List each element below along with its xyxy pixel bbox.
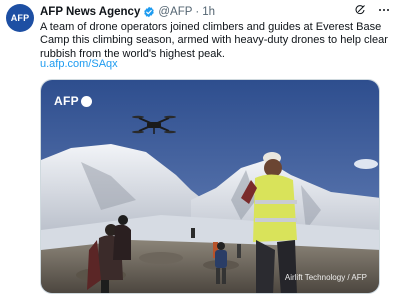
author-handle[interactable]: @AFP — [158, 6, 192, 18]
author-name[interactable]: AFP News Agency — [40, 6, 140, 18]
photo-scene — [41, 80, 379, 293]
separator-dot: · — [195, 6, 200, 18]
top-actions — [354, 4, 390, 16]
photo-credit: Airlift Technology / AFP — [284, 273, 367, 282]
verified-badge-icon — [144, 6, 155, 18]
avatar[interactable]: AFP — [6, 4, 34, 32]
post-link[interactable]: u.afp.com/SAqx — [40, 58, 118, 70]
post-image[interactable]: AFP Airlift Technology / AFP — [40, 79, 380, 294]
afp-logo-circle — [80, 95, 92, 107]
grok-icon[interactable] — [354, 4, 366, 16]
post-header: AFP News Agency @AFP · 1h — [40, 4, 215, 20]
afp-logo-text: AFP — [54, 94, 79, 108]
timestamp[interactable]: 1h — [202, 6, 215, 18]
afp-watermark-logo: AFP — [54, 94, 92, 108]
more-icon[interactable] — [378, 4, 390, 16]
post-text: A team of drone operators joined climber… — [40, 21, 388, 60]
avatar-text: AFP — [10, 13, 30, 23]
